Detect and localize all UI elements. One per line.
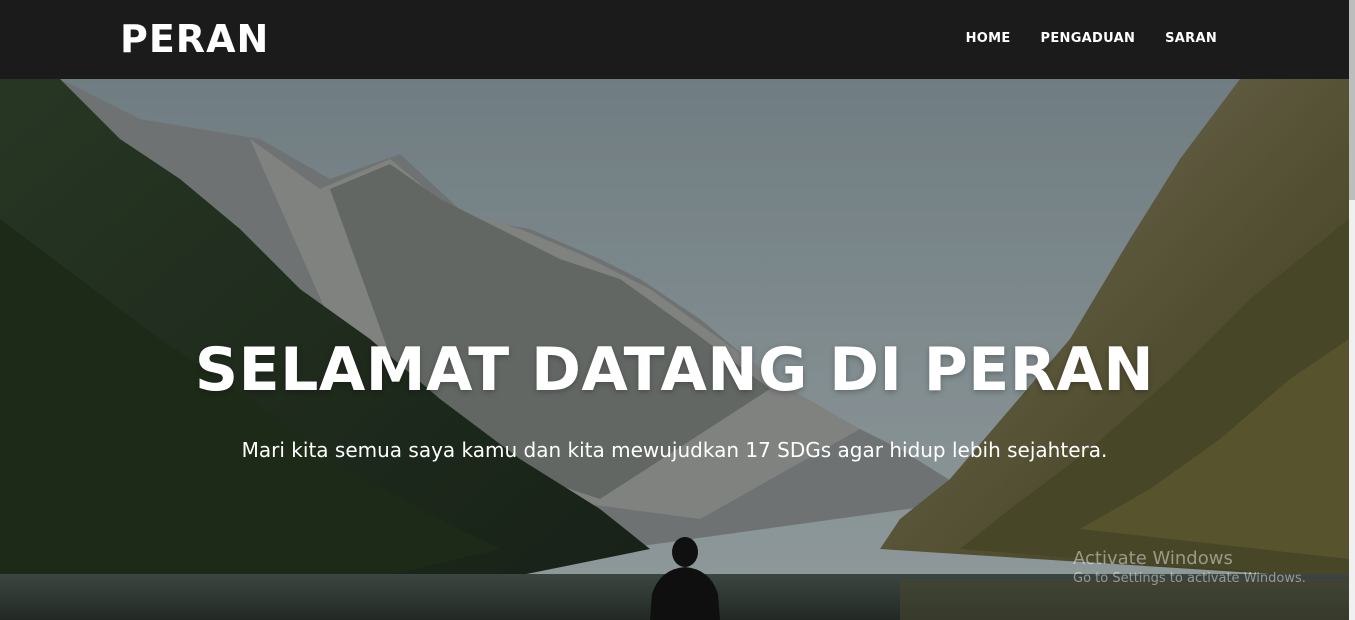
hero-section: SELAMAT DATANG DI PERAN Mari kita semua …	[0, 79, 1349, 620]
nav-menu: HOME PENGADUAN SARAN	[966, 31, 1217, 46]
hero-subtitle: Mari kita semua saya kamu dan kita mewuj…	[241, 438, 1108, 462]
hero-title: SELAMAT DATANG DI PERAN	[194, 335, 1155, 405]
navbar: PERAN HOME PENGADUAN SARAN	[0, 0, 1355, 79]
nav-item-pengaduan[interactable]: PENGADUAN	[1041, 31, 1136, 46]
watermark-subtitle: Go to Settings to activate Windows.	[1073, 571, 1306, 586]
watermark-title: Activate Windows	[1073, 548, 1233, 569]
windows-activation-watermark: Activate Windows Go to Settings to activ…	[1073, 548, 1306, 586]
hero-content: SELAMAT DATANG DI PERAN Mari kita semua …	[0, 79, 1349, 620]
nav-item-home[interactable]: HOME	[966, 31, 1011, 46]
scrollbar[interactable]	[1349, 0, 1355, 620]
nav-item-saran[interactable]: SARAN	[1165, 31, 1217, 46]
scrollbar-thumb[interactable]	[1349, 0, 1355, 200]
brand-logo[interactable]: PERAN	[120, 17, 269, 61]
